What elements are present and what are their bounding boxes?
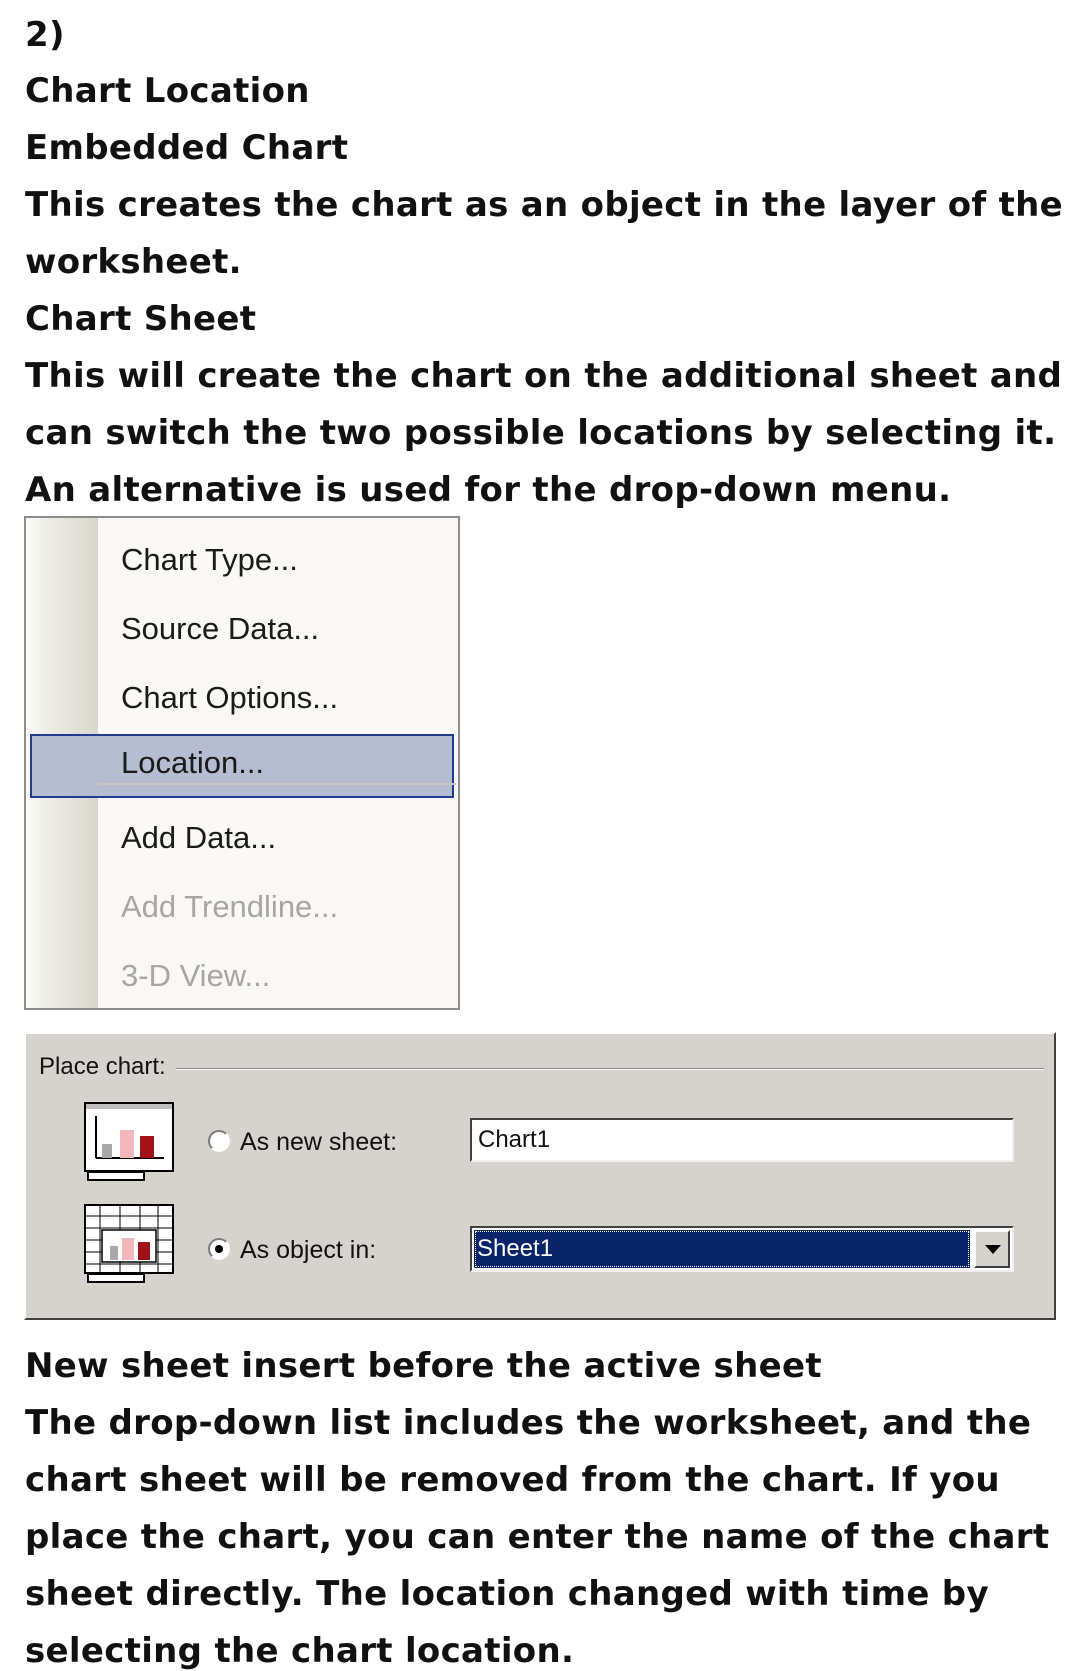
group-divider [176,1068,1044,1070]
new-sheet-label: As new sheet: [240,1128,398,1156]
object-in-label: As object in: [240,1236,377,1264]
heading-chart-location: Chart Location [25,71,310,111]
paragraph-line: worksheet. [25,242,242,282]
menu-item-label: Location... [121,745,265,780]
menu-item-label: 3-D View... [121,958,271,993]
menu-item-label: Source Data... [121,611,320,646]
menu-item-add-data[interactable]: Add Data... [26,808,458,872]
object-in-dropdown[interactable]: Sheet1 [470,1226,1014,1272]
menu-item-3d-view: 3-D View... [26,946,458,1010]
paragraph-line: chart sheet will be removed from the cha… [25,1460,1000,1500]
chevron-down-icon [985,1245,1001,1254]
group-label: Place chart: [39,1053,172,1081]
menu-item-source-data[interactable]: Source Data... [26,599,458,663]
paragraph-line: An alternative is used for the drop-down… [25,470,952,510]
paragraph-line: selecting the chart location. [25,1631,575,1671]
chart-context-menu: Chart Type... Source Data... Chart Optio… [24,516,460,1010]
new-sheet-name-input[interactable]: Chart1 [470,1118,1014,1162]
paragraph-line: New sheet insert before the active sheet [25,1346,822,1386]
dropdown-selected-value: Sheet1 [474,1230,970,1268]
paragraph-line: sheet directly. The location changed wit… [25,1574,989,1614]
step-number: 2) [25,15,65,55]
dropdown-button[interactable] [974,1230,1010,1268]
radio-selected-dot [215,1245,223,1253]
menu-item-location[interactable]: Location... [26,734,458,798]
embedded-chart-icon [84,1204,174,1283]
menu-item-add-trendline: Add Trendline... [26,877,458,941]
menu-item-label: Chart Options... [121,680,339,715]
paragraph-line: place the chart, you can enter the name … [25,1517,1050,1557]
object-in-radio[interactable] [208,1238,230,1260]
new-sheet-radio[interactable] [208,1130,230,1152]
paragraph-line: The drop-down list includes the workshee… [25,1403,1032,1443]
menu-item-label: Add Data... [121,820,277,855]
menu-item-chart-options[interactable]: Chart Options... [26,668,458,732]
paragraph-line: This will create the chart on the additi… [25,356,1063,396]
place-chart-group: Place chart: As new sheet: Chart1 As obj… [24,1032,1056,1320]
chart-sheet-icon [84,1102,174,1181]
menu-separator [98,783,456,785]
menu-item-label: Add Trendline... [121,889,339,924]
heading-chart-sheet: Chart Sheet [25,299,257,339]
heading-embedded-chart: Embedded Chart [25,128,349,168]
paragraph-line: This creates the chart as an object in t… [25,185,1064,225]
paragraph-line: can switch the two possible locations by… [25,413,1057,453]
menu-item-label: Chart Type... [121,542,298,577]
menu-item-chart-type[interactable]: Chart Type... [26,530,458,594]
